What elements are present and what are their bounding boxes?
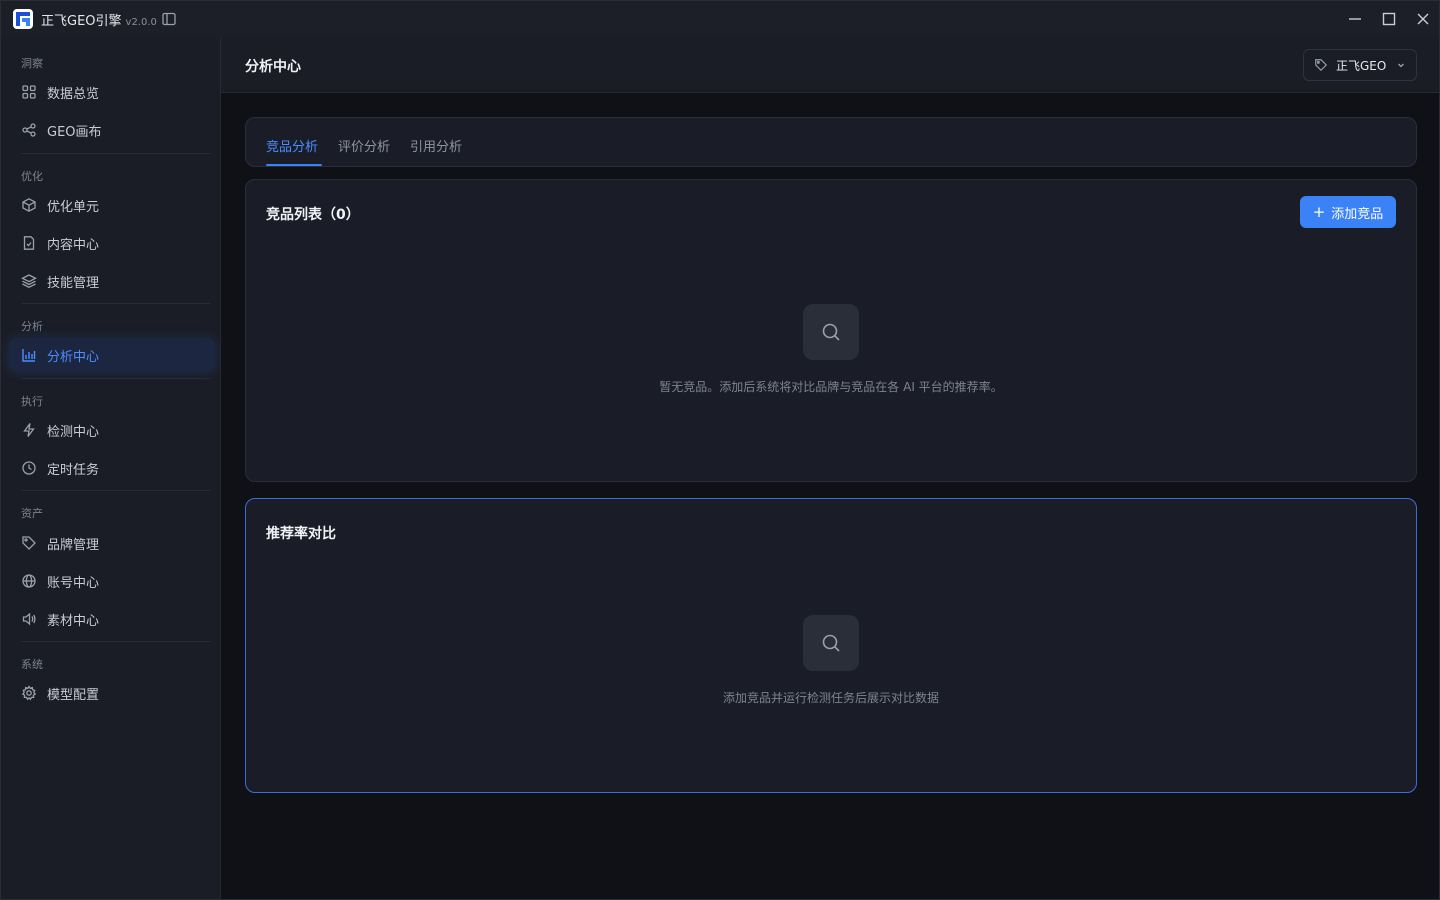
maximize-icon[interactable]: [1379, 9, 1399, 29]
nav-section-system: 系统: [21, 658, 43, 671]
sidebar-item-brand-management[interactable]: 品牌管理: [9, 526, 215, 560]
app-name: 正飞GEO引擎: [41, 14, 122, 29]
nav-divider: [21, 303, 211, 304]
tag-icon: [22, 536, 36, 550]
layers-icon: [21, 274, 37, 289]
sidebar-item-label: 模型配置: [47, 687, 100, 703]
sidebar-item-label: 检测中心: [47, 424, 100, 440]
tabs-bar: 竞品分析 评价分析 引用分析: [245, 117, 1417, 167]
sidebar-item-label: 分析中心: [47, 349, 100, 365]
sidebar-item-skill-management[interactable]: 技能管理: [9, 264, 215, 298]
competitor-empty-text: 暂无竞品。添加后系统将对比品牌与竞品在各 AI 平台的推荐率。: [659, 380, 1003, 394]
nav-divider: [21, 641, 211, 642]
sidebar-item-analysis-center[interactable]: 分析中心: [9, 338, 215, 372]
nav-section-analysis: 分析: [21, 320, 43, 333]
sidebar-item-optimization-unit[interactable]: 优化单元: [9, 188, 215, 222]
app-title: 正飞GEO引擎 v2.0.0: [41, 10, 157, 29]
sidebar-item-scheduled-tasks[interactable]: 定时任务: [9, 451, 215, 485]
competitor-list-card: 竞品列表（0） + 添加竞品 暂无竞品。添加后系统将对比品牌与竞品在各 AI 平…: [245, 179, 1417, 482]
chevron-down-icon: [1398, 63, 1404, 68]
sidebar-item-detection-center[interactable]: 检测中心: [9, 413, 215, 447]
app-version: v2.0.0: [125, 17, 157, 28]
sidebar-item-label: 账号中心: [47, 575, 100, 591]
add-competitor-label: 添加竞品: [1331, 206, 1384, 222]
sidebar-item-material-center[interactable]: 素材中心: [9, 602, 215, 636]
speaker-icon: [22, 612, 36, 626]
nav-divider: [21, 378, 211, 379]
sidebar-item-label: 定时任务: [47, 462, 100, 478]
sidebar: 洞察 数据总览 GEO画布 优化 优化单元 内容中心 技能管理 分析 分析中心 …: [1, 37, 221, 899]
app-logo-icon: [13, 9, 33, 29]
recommendation-empty-text: 添加竞品并运行检测任务后展示对比数据: [722, 691, 939, 705]
sidebar-item-label: 素材中心: [47, 613, 100, 629]
brand-select-value: 正飞GEO: [1336, 58, 1387, 73]
sidebar-item-label: 技能管理: [47, 275, 100, 291]
nav-section-optimize: 优化: [21, 170, 43, 183]
recommendation-rate-title: 推荐率对比: [266, 526, 336, 542]
tag-icon: [1315, 59, 1328, 72]
sidebar-item-label: 数据总览: [47, 86, 100, 102]
main-header: 分析中心 正飞GEO: [221, 37, 1439, 93]
search-icon: [803, 304, 859, 360]
grid-icon: [22, 85, 36, 99]
close-icon[interactable]: [1413, 9, 1433, 29]
share-nodes-icon: [22, 123, 36, 137]
nav-divider: [21, 490, 211, 491]
sidebar-item-geo-canvas[interactable]: GEO画布: [9, 113, 215, 147]
document-icon: [23, 236, 35, 250]
brand-select[interactable]: 正飞GEO: [1303, 49, 1417, 81]
nav-section-execute: 执行: [21, 395, 43, 408]
app-window: 正飞GEO引擎 v2.0.0 洞察 数据总览 GEO画布 优化 优化单元 内容中…: [0, 0, 1440, 900]
sidebar-item-model-config[interactable]: 模型配置: [9, 676, 215, 710]
recommendation-rate-card: 推荐率对比 添加竞品并运行检测任务后展示对比数据: [245, 498, 1417, 793]
sidebar-item-account-center[interactable]: 账号中心: [9, 564, 215, 598]
gear-icon: [21, 685, 37, 701]
sidebar-item-data-overview[interactable]: 数据总览: [9, 75, 215, 109]
globe-icon: [22, 574, 36, 588]
tab-competitor-analysis[interactable]: 竞品分析: [266, 136, 318, 155]
sidebar-toggle-icon[interactable]: [161, 11, 177, 27]
lightning-icon: [23, 423, 35, 437]
tab-review-analysis[interactable]: 评价分析: [338, 136, 390, 155]
plus-icon: +: [1312, 202, 1326, 221]
title-bar: 正飞GEO引擎 v2.0.0: [1, 1, 1439, 37]
search-icon: [803, 615, 859, 671]
sidebar-item-content-center[interactable]: 内容中心: [9, 226, 215, 260]
clock-icon: [22, 461, 36, 475]
page-title: 分析中心: [245, 59, 301, 75]
active-tab-indicator: [266, 164, 322, 166]
sidebar-item-label: GEO画布: [47, 124, 102, 140]
tab-citation-analysis[interactable]: 引用分析: [410, 136, 462, 155]
bar-chart-icon: [22, 349, 36, 362]
add-competitor-button[interactable]: + 添加竞品: [1300, 196, 1396, 228]
nav-divider: [21, 153, 211, 154]
nav-section-assets: 资产: [21, 507, 43, 520]
nav-section-insight: 洞察: [21, 57, 43, 70]
sidebar-item-label: 品牌管理: [47, 537, 100, 553]
cube-icon: [22, 198, 36, 212]
sidebar-item-label: 优化单元: [47, 199, 100, 215]
minimize-icon[interactable]: [1345, 9, 1365, 29]
competitor-list-title: 竞品列表（0）: [266, 207, 360, 223]
main-content: 分析中心 正飞GEO 竞品分析 评价分析 引用分析 竞品列表（0） + 添加竞品…: [221, 37, 1439, 899]
sidebar-item-label: 内容中心: [47, 237, 100, 253]
